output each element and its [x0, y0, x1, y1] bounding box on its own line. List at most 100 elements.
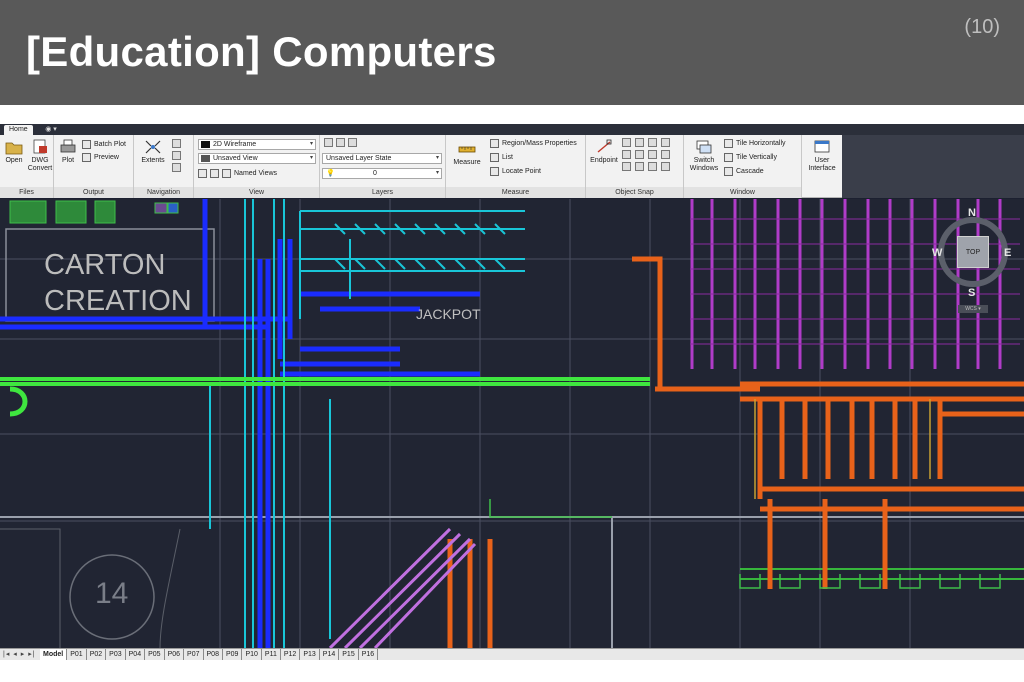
panel-view: 2D Wireframe ▾ Unsaved View ▾ Named View…: [194, 135, 320, 198]
layer-previous-icon[interactable]: [348, 138, 357, 147]
layer-match-icon[interactable]: [336, 138, 345, 147]
panel-output: Plot Batch Plot Preview Output: [54, 135, 134, 198]
list-button[interactable]: List: [490, 152, 513, 164]
layer-state-value: Unsaved Layer State: [326, 155, 392, 162]
compass-north-label[interactable]: N: [968, 207, 976, 219]
slide-number: (10): [964, 16, 1000, 38]
panel-title-window: Window: [684, 187, 801, 198]
layout-tab-p08[interactable]: P08: [204, 649, 223, 660]
saved-view-dropdown[interactable]: Unsaved View ▾: [198, 153, 316, 164]
layer-state-dropdown[interactable]: Unsaved Layer State ▾: [322, 153, 442, 164]
layout-tab-p07[interactable]: P07: [184, 649, 204, 660]
snap-intersection-icon[interactable]: [635, 138, 644, 147]
navigation-mini-tools: [172, 139, 181, 172]
visual-style-value: 2D Wireframe: [213, 141, 257, 148]
tile-horizontally-button[interactable]: Tile Horizontally: [724, 138, 786, 150]
layout-tab-p02[interactable]: P02: [87, 649, 107, 660]
snap-nearest-icon[interactable]: [648, 162, 657, 171]
list-icon: [490, 152, 499, 162]
drawing-viewport[interactable]: CARTON CREATION JACKPOT 14 N S W E TOP W…: [0, 199, 1024, 648]
windows-icon: [696, 140, 712, 154]
current-layer-dropdown[interactable]: 💡 0 ▾: [322, 168, 442, 179]
plot-button[interactable]: Plot: [57, 139, 79, 165]
printer-icon: [60, 139, 76, 153]
ribbon-tab-bar: Home ◉ ▾: [0, 124, 1024, 135]
compass-east-label[interactable]: E: [1004, 247, 1011, 259]
layout-tab-p11[interactable]: P11: [262, 649, 281, 660]
panel-title-files: Files: [0, 187, 53, 198]
layout-tab-p01[interactable]: P01: [67, 649, 87, 660]
layer-properties-icon[interactable]: [324, 138, 333, 147]
layout-tab-p04[interactable]: P04: [126, 649, 146, 660]
cyan-conveyor-lines: [209, 199, 525, 648]
snap-extension-icon[interactable]: [661, 138, 670, 147]
viewcube-top-face[interactable]: TOP: [957, 236, 989, 268]
area-outline: [0, 528, 61, 648]
region-mass-button[interactable]: Region/Mass Properties: [490, 138, 577, 150]
user-interface-button[interactable]: User Interface: [804, 139, 840, 173]
layout-tab-p16[interactable]: P16: [359, 649, 379, 660]
endpoint-label: Endpoint: [590, 157, 618, 164]
compass-west-label[interactable]: W: [932, 247, 942, 259]
list-label: List: [502, 154, 513, 161]
chevron-down-icon: ▾: [435, 155, 439, 161]
layout-tab-model[interactable]: Model: [40, 649, 68, 660]
compass-south-label[interactable]: S: [968, 287, 975, 299]
chevron-down-icon: ▾: [435, 170, 439, 176]
preview-button[interactable]: Preview: [82, 152, 119, 164]
switch-windows-button[interactable]: Switch Windows: [686, 139, 722, 173]
endpoint-button[interactable]: Endpoint: [588, 139, 620, 165]
measure-button[interactable]: Measure: [448, 141, 486, 167]
layout-tab-p12[interactable]: P12: [281, 649, 301, 660]
preview-label: Preview: [94, 154, 119, 161]
chevron-down-icon: ▾: [309, 155, 313, 161]
snap-insert-icon[interactable]: [661, 162, 670, 171]
tile-vertically-button[interactable]: Tile Vertically: [724, 152, 777, 164]
carton-label-line2: CREATION: [44, 285, 192, 317]
column-number-label: 14: [95, 577, 129, 610]
layout-tab-p13[interactable]: P13: [300, 649, 320, 660]
view-options-icon[interactable]: [172, 163, 181, 172]
lightbulb-icon: 💡: [326, 170, 335, 177]
snap-apparent-icon[interactable]: [648, 138, 657, 147]
panel-files: Open DWG Convert Files: [0, 135, 54, 198]
viewcube[interactable]: N S W E TOP WCS ▾: [930, 207, 1020, 319]
dwg-convert-icon: [33, 139, 47, 154]
snap-quadrant-icon[interactable]: [635, 150, 644, 159]
wcs-menu[interactable]: WCS ▾: [958, 305, 988, 313]
layout-tab-p03[interactable]: P03: [106, 649, 126, 660]
layout-tab-p06[interactable]: P06: [165, 649, 185, 660]
layout-tab-list: Model P01 P02 P03 P04 P05 P06 P07 P08 P09 P10 P11 P1…: [40, 649, 379, 660]
folder-open-icon: [5, 142, 23, 155]
orbit-icon[interactable]: [172, 151, 181, 160]
cascade-button[interactable]: Cascade: [724, 166, 764, 178]
snap-tangent-icon[interactable]: [648, 150, 657, 159]
snap-midpoint-icon[interactable]: [622, 138, 631, 147]
snap-mode-grid: [622, 138, 682, 171]
snap-parallel-icon[interactable]: [635, 162, 644, 171]
locate-point-icon: [490, 166, 499, 176]
snap-perpendicular-icon[interactable]: [622, 162, 631, 171]
tab-home[interactable]: Home: [4, 125, 33, 135]
layout-tab-p15[interactable]: P15: [339, 649, 359, 660]
named-views-button[interactable]: Named Views: [198, 168, 277, 180]
dwg-convert-button[interactable]: DWG Convert: [27, 139, 53, 173]
layout-tab-nav-arrows[interactable]: |◂ ◂ ▸ ▸|: [3, 649, 36, 660]
layout-tab-p10[interactable]: P10: [242, 649, 262, 660]
preview-icon: [82, 152, 91, 162]
open-button[interactable]: Open: [2, 139, 26, 165]
layout-tab-p14[interactable]: P14: [320, 649, 340, 660]
pan-icon[interactable]: [172, 139, 181, 148]
layout-tab-p05[interactable]: P05: [145, 649, 165, 660]
extents-button[interactable]: Extents: [138, 139, 168, 165]
locate-point-button[interactable]: Locate Point: [490, 166, 541, 178]
tab-options-icon[interactable]: ◉ ▾: [40, 125, 62, 134]
snap-node-icon[interactable]: [661, 150, 670, 159]
snap-center-icon[interactable]: [622, 150, 631, 159]
diagonal-conveyor-lines: [328, 527, 477, 648]
panel-measure: Measure Region/Mass Properties List Loca…: [446, 135, 586, 198]
batch-plot-button[interactable]: Batch Plot: [82, 139, 126, 151]
slide-header: [Education] Computers (10): [0, 0, 1024, 105]
visual-style-dropdown[interactable]: 2D Wireframe ▾: [198, 139, 316, 150]
layout-tab-p09[interactable]: P09: [223, 649, 243, 660]
